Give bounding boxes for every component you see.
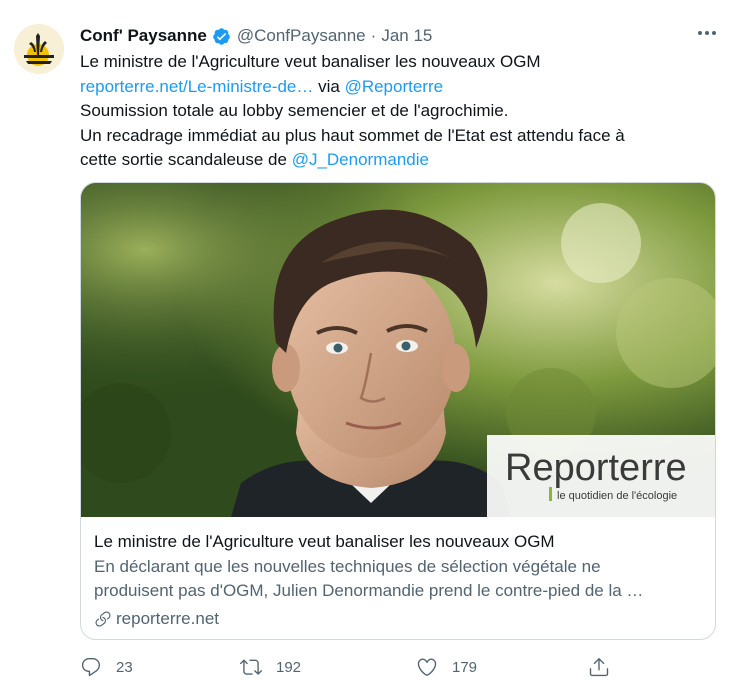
tweet-line-4: Un recadrage immédiat au plus haut somme… xyxy=(80,125,625,145)
tweet-text: Le ministre de l'Agriculture veut banali… xyxy=(80,50,720,173)
verified-badge-icon xyxy=(212,27,231,46)
heart-icon xyxy=(417,658,437,676)
card-body[interactable]: Le ministre de l'Agriculture veut banali… xyxy=(94,530,704,630)
link-preview-card[interactable]: Reporterre le quotidien de l'écologie Le… xyxy=(80,182,716,640)
tweet-actions: 23 192 179 xyxy=(80,656,640,680)
card-description: En déclarant que les nouvelles technique… xyxy=(94,555,704,602)
retweet-count: 192 xyxy=(276,658,302,676)
reporterre-logo-tagline: le quotidien de l'écologie xyxy=(557,490,677,502)
tweet-header: Conf' Paysanne @ConfPaysanne · Jan 15 xyxy=(80,25,432,47)
like-count: 179 xyxy=(452,658,478,676)
link-icon xyxy=(95,611,111,627)
card-title[interactable]: Le ministre de l'Agriculture veut banali… xyxy=(94,530,704,553)
reply-button[interactable]: 23 xyxy=(80,656,133,678)
card-image[interactable]: Reporterre le quotidien de l'écologie xyxy=(81,183,715,517)
card-description-line-1: En déclarant que les nouvelles technique… xyxy=(94,557,601,576)
share-icon xyxy=(589,658,609,677)
tweet[interactable]: Conf' Paysanne @ConfPaysanne · Jan 15 Le… xyxy=(0,0,736,686)
mention-reporterre[interactable]: @Reporterre xyxy=(345,77,444,96)
display-name[interactable]: Conf' Paysanne xyxy=(80,26,207,46)
tweet-line-2: reporterre.net/Le-ministre-de… via @Repo… xyxy=(80,75,720,100)
reply-icon xyxy=(81,658,101,677)
card-domain-text: reporterre.net xyxy=(116,609,219,628)
separator-dot: · xyxy=(370,26,377,45)
tweet-line-3: Soumission totale au lobby semencier et … xyxy=(80,101,509,120)
portrait-photo: Reporterre le quotidien de l'écologie xyxy=(81,183,715,517)
via-text: via xyxy=(313,76,345,96)
mention-denormandie[interactable]: @J_Denormandie xyxy=(292,150,429,169)
reporterre-logo-text: Reporterre xyxy=(505,447,687,489)
retweet-icon xyxy=(240,659,262,675)
share-button[interactable] xyxy=(588,656,610,678)
article-link[interactable]: reporterre.net/Le-ministre-de… xyxy=(80,77,313,96)
avatar[interactable] xyxy=(14,24,64,74)
card-description-line-2: produisent pas d'OGM, Julien Denormandie… xyxy=(94,580,644,600)
retweet-button[interactable]: 192 xyxy=(240,656,301,678)
like-button[interactable]: 179 xyxy=(416,656,477,678)
more-dots-icon[interactable] xyxy=(696,22,718,44)
user-handle[interactable]: @ConfPaysanne xyxy=(237,26,366,46)
reply-count: 23 xyxy=(116,658,133,676)
card-domain: reporterre.net xyxy=(94,607,704,630)
tweet-date[interactable]: Jan 15 xyxy=(381,26,432,46)
tweet-line-5: cette sortie scandaleuse de @J_Denormand… xyxy=(80,148,720,173)
tweet-line-5-text: cette sortie scandaleuse de xyxy=(80,150,292,169)
tweet-line-1: Le ministre de l'Agriculture veut banali… xyxy=(80,52,541,71)
conf-paysanne-logo-icon xyxy=(14,24,64,74)
